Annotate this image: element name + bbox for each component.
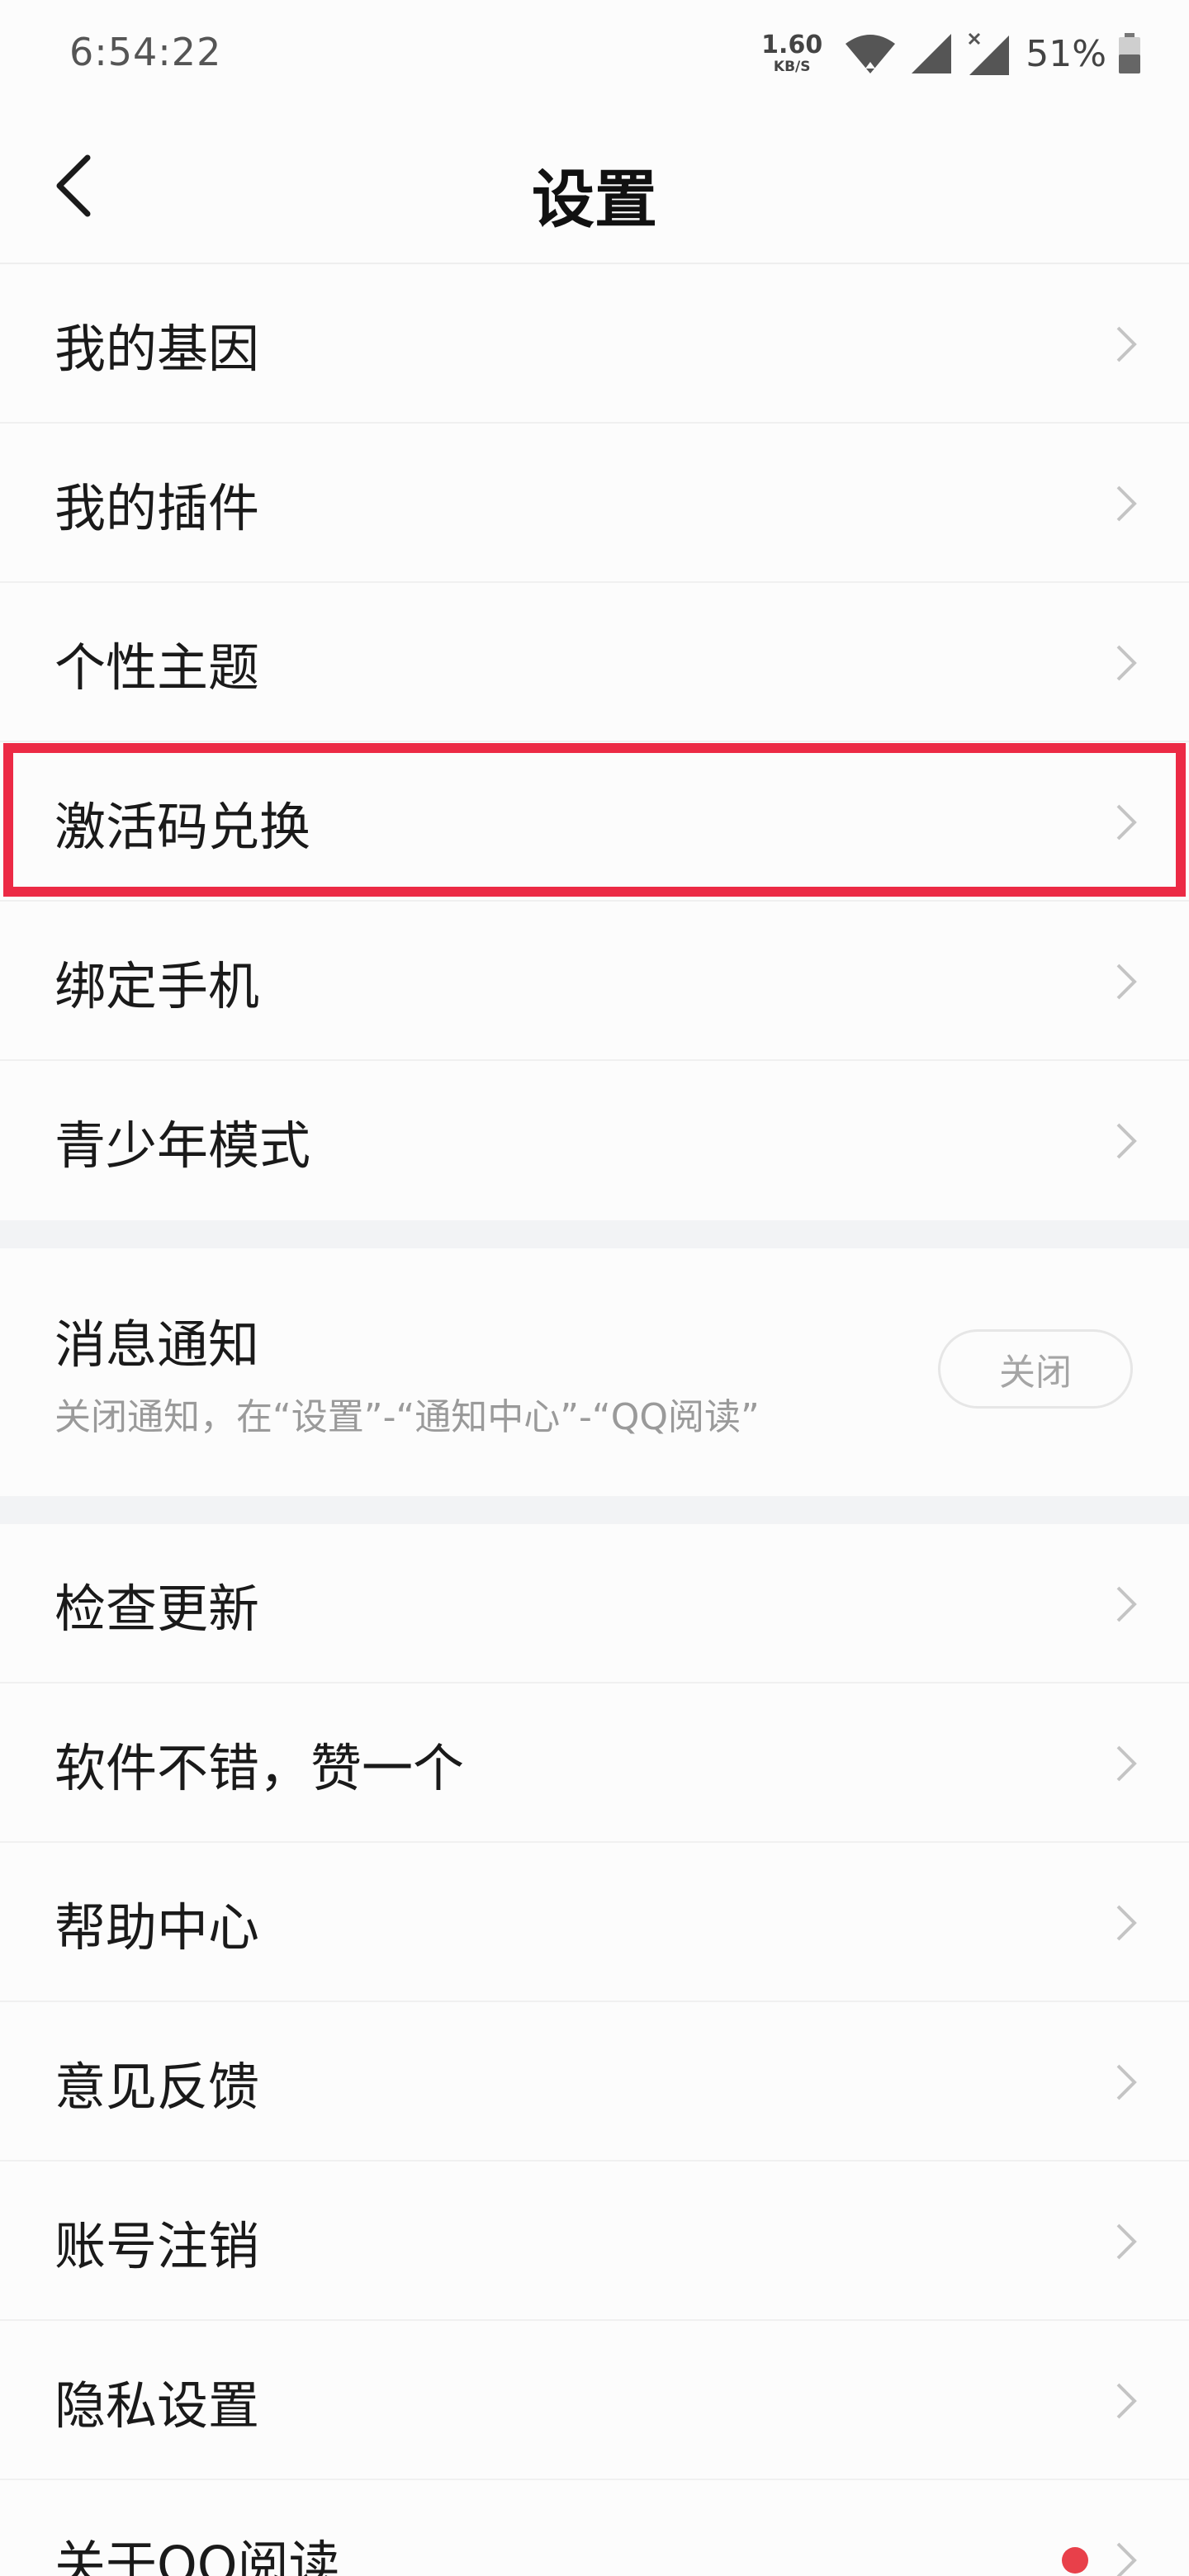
notification-hint: 关闭通知，在“设置”-“通知中心”-“QQ阅读” <box>54 1396 760 1438</box>
chevron-right-icon <box>1116 1123 1137 1158</box>
signal-x-icon <box>969 32 1010 75</box>
settings-item-label: 帮助中心 <box>54 1896 260 1958</box>
notification-toggle-button[interactable]: 关闭 <box>938 1329 1133 1409</box>
settings-item-themes[interactable]: 个性主题 <box>0 583 1189 742</box>
chevron-right-icon <box>1116 1586 1137 1622</box>
network-speed-unit: KB/S <box>773 59 811 75</box>
chevron-right-icon <box>1116 2223 1137 2259</box>
settings-item-my-plugins[interactable]: 我的插件 <box>0 424 1189 583</box>
settings-item-label: 意见反馈 <box>54 2056 260 2117</box>
section-divider <box>0 1496 1189 1524</box>
new-badge-dot <box>1062 2546 1088 2574</box>
settings-item-bind-phone[interactable]: 绑定手机 <box>0 902 1189 1061</box>
chevron-right-icon <box>1116 326 1137 362</box>
settings-item-label: 关于QQ阅读 <box>54 2534 340 2576</box>
settings-item-label: 检查更新 <box>54 1578 260 1639</box>
settings-list: 我的基因 我的插件 个性主题 激活码兑换 绑定手机 青少年模式 消息通知 关闭通… <box>0 264 1189 2576</box>
network-speed: 1.60 KB/S <box>761 33 822 74</box>
settings-item-feedback[interactable]: 意见反馈 <box>0 2002 1189 2162</box>
settings-item-label: 青少年模式 <box>54 1115 311 1176</box>
chevron-right-icon <box>1116 964 1137 999</box>
battery-icon <box>1119 33 1140 73</box>
settings-item-check-update[interactable]: 检查更新 <box>0 1524 1189 1683</box>
settings-item-notifications: 消息通知 关闭通知，在“设置”-“通知中心”-“QQ阅读” 关闭 <box>0 1248 1189 1496</box>
chevron-right-icon <box>1116 2383 1137 2418</box>
page-title: 设置 <box>532 163 657 236</box>
settings-item-label: 激活码兑换 <box>54 796 311 857</box>
notification-title: 消息通知 <box>54 1314 260 1375</box>
chevron-right-icon <box>1116 2064 1137 2100</box>
settings-item-my-genes[interactable]: 我的基因 <box>0 264 1189 424</box>
signal-icon <box>912 34 952 73</box>
settings-item-label: 绑定手机 <box>54 955 260 1016</box>
settings-item-teen-mode[interactable]: 青少年模式 <box>0 1061 1189 1220</box>
section-divider <box>0 1220 1189 1248</box>
settings-item-delete-account[interactable]: 账号注销 <box>0 2162 1189 2321</box>
settings-item-label: 我的基因 <box>54 318 260 379</box>
status-icons: 1.60 KB/S 51% <box>761 25 1141 83</box>
status-time: 6:54:22 <box>69 30 222 74</box>
chevron-right-icon <box>1116 2542 1137 2576</box>
chevron-right-icon <box>1116 645 1137 680</box>
status-bar: 6:54:22 1.60 KB/S 51% <box>0 0 1189 107</box>
battery-percent: 51% <box>1026 32 1106 75</box>
chevron-right-icon <box>1116 1745 1137 1781</box>
settings-item-redeem-code[interactable]: 激活码兑换 <box>0 742 1189 902</box>
app-header: 设置 <box>0 107 1189 264</box>
settings-item-label: 软件不错，赞一个 <box>54 1737 465 1798</box>
chevron-right-icon <box>1116 804 1137 840</box>
settings-item-label: 隐私设置 <box>54 2375 260 2436</box>
chevron-right-icon <box>1116 485 1137 521</box>
settings-item-label: 我的插件 <box>54 477 260 538</box>
chevron-right-icon <box>1116 1905 1137 1940</box>
settings-item-help-center[interactable]: 帮助中心 <box>0 1843 1189 2002</box>
settings-item-privacy[interactable]: 隐私设置 <box>0 2321 1189 2480</box>
settings-item-rate-app[interactable]: 软件不错，赞一个 <box>0 1683 1189 1843</box>
settings-item-label: 个性主题 <box>54 637 260 698</box>
network-speed-value: 1.60 <box>761 31 823 59</box>
settings-item-label: 账号注销 <box>54 2215 260 2276</box>
settings-item-about[interactable]: 关于QQ阅读 <box>0 2480 1189 2576</box>
wifi-icon <box>846 35 896 73</box>
